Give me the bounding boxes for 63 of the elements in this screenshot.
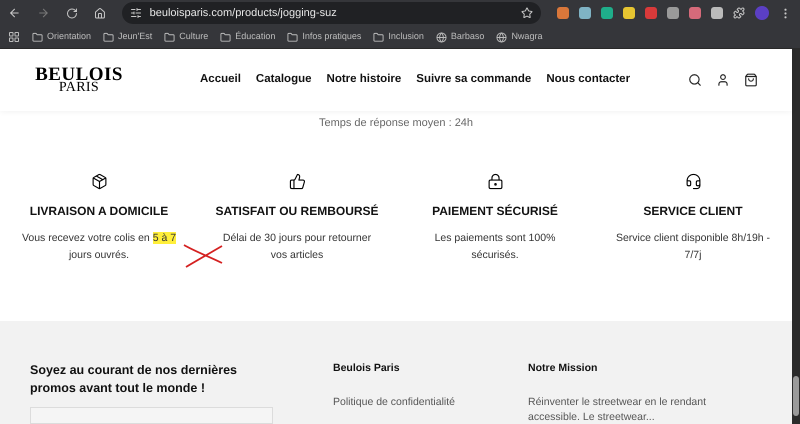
nav-link[interactable]: Suivre sa commande (416, 71, 532, 89)
extension-icon[interactable] (688, 7, 701, 19)
feature-title: SERVICE CLIENT (643, 203, 743, 220)
bookmark-item[interactable]: Orientation (32, 30, 92, 44)
bookmark-item[interactable]: Culture (164, 30, 208, 44)
extensions-icon[interactable] (732, 7, 745, 19)
extension-icon[interactable] (666, 7, 679, 19)
folder-icon (287, 32, 298, 42)
logo[interactable]: BEULOIS PARIS (34, 65, 124, 95)
extension-icon[interactable] (600, 7, 613, 19)
feature-title: LIVRAISON A DOMICILE (30, 203, 168, 220)
bookmark-star-icon[interactable] (520, 7, 533, 19)
folder-icon (164, 32, 176, 42)
headset-icon (684, 173, 702, 190)
back-icon[interactable] (8, 6, 21, 20)
bookmark-item[interactable]: Jeun'Est (103, 30, 152, 44)
account-icon[interactable] (716, 73, 730, 87)
nav-link[interactable]: Nous contacter (546, 71, 630, 89)
footer-link[interactable]: Politique de confidentialité (333, 394, 528, 410)
extension-icon[interactable] (622, 7, 635, 19)
apps-icon[interactable] (8, 31, 20, 43)
bookmark-item[interactable]: Infos pratiques (287, 30, 362, 44)
site-info-icon[interactable] (130, 7, 142, 19)
nav-link[interactable]: Notre histoire (326, 71, 402, 89)
feature-title: PAIEMENT SÉCURISÉ (432, 203, 558, 220)
feature-title: SATISFAIT OU REMBOURSÉ (215, 203, 379, 220)
url-text: beuloisparis.com/products/jogging-suz (150, 6, 338, 21)
thumbs-up-icon (288, 173, 306, 190)
address-bar[interactable]: beuloisparis.com/products/jogging-suz (122, 2, 541, 24)
footer-column-title: Beulois Paris (333, 361, 401, 376)
feature-text: Service client disponible 8h/19h - 7/7j (614, 231, 772, 263)
folder-icon (220, 32, 232, 42)
extension-icon[interactable] (710, 7, 723, 19)
forward-icon[interactable] (36, 6, 50, 20)
bookmark-item[interactable]: Barbaso (436, 30, 484, 44)
bookmark-item[interactable]: Inclusion (373, 30, 424, 44)
folder-icon (103, 32, 114, 42)
search-icon[interactable] (688, 73, 702, 87)
footer-column-title: Notre Mission (528, 361, 598, 376)
cart-icon[interactable] (744, 73, 758, 87)
bookmark-item[interactable]: Éducation (220, 30, 276, 44)
footer-text: Réinventer le streetwear en le rendant accessible. Le streetwear... (528, 394, 708, 424)
nav-link[interactable]: Accueil (200, 71, 241, 89)
response-time-text: Temps de réponse moyen : 24h (318, 116, 474, 131)
cross-annotation (182, 243, 224, 269)
bookmark-item[interactable]: Nwagra (496, 30, 542, 44)
globe-icon (496, 32, 508, 42)
extension-icon[interactable] (556, 7, 569, 19)
nav-link[interactable]: Catalogue (256, 71, 312, 89)
globe-icon (436, 32, 447, 42)
email-field[interactable] (30, 407, 273, 424)
folder-icon (32, 32, 43, 42)
box-icon (90, 173, 108, 190)
lock-icon (486, 173, 504, 190)
newsletter-title: Soyez au courant de nos dernières promos avant tout le monde ! (30, 362, 238, 397)
feature-text: Les paiements sont 100% sécurisés. (434, 231, 556, 263)
feature-text: Vous recevez votre colis en 5 à 7 jours ouvrés. (20, 231, 178, 263)
extension-icon[interactable] (578, 7, 591, 19)
feature-text: Délai de 30 jours pour retourner vos articles (222, 231, 372, 263)
home-icon[interactable] (94, 6, 106, 20)
scrollbar[interactable] (792, 49, 800, 424)
reload-icon[interactable] (66, 6, 78, 20)
folder-icon (373, 32, 384, 42)
